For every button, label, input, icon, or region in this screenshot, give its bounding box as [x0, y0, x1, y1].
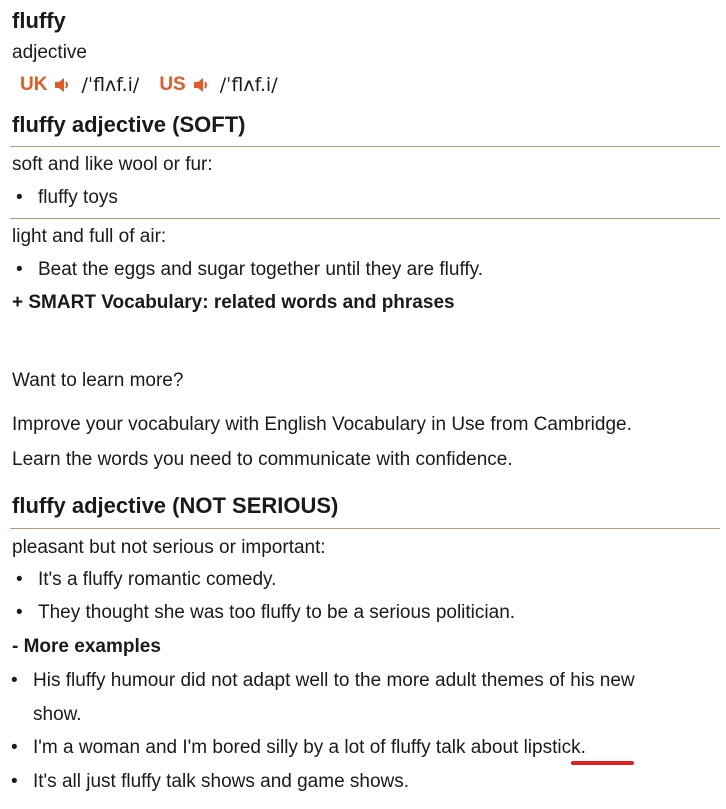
- promo-line: Improve your vocabulary with English Voc…: [12, 414, 632, 435]
- sense-title-soft: fluffy adjective (SOFT): [12, 112, 246, 137]
- uk-ipa: /ˈflʌf.i/: [81, 74, 140, 96]
- example: I'm a woman and I'm bored silly by a lot…: [11, 737, 586, 759]
- sense-title-not-serious: fluffy adjective (NOT SERIOUS): [12, 493, 339, 518]
- divider: [10, 146, 720, 147]
- pronunciation-row: UK /ˈflʌf.i/ US /ˈflʌf.i/: [20, 74, 298, 96]
- uk-label: UK: [20, 74, 48, 95]
- us-ipa: /ˈflʌf.i/: [219, 74, 278, 96]
- example: His fluffy humour did not adapt well to …: [11, 670, 635, 692]
- part-of-speech: adjective: [12, 42, 87, 63]
- definition: soft and like wool or fur:: [12, 154, 213, 175]
- definition: pleasant but not serious or important:: [12, 537, 326, 558]
- example: They thought she was too fluffy to be a …: [16, 602, 515, 624]
- promo-line: Learn the words you need to communicate …: [12, 449, 513, 470]
- example: It's a fluffy romantic comedy.: [16, 569, 276, 591]
- example: fluffy toys: [16, 187, 118, 209]
- definition: light and full of air:: [12, 226, 167, 247]
- us-label: US: [159, 74, 186, 95]
- speaker-icon[interactable]: [53, 76, 71, 94]
- example: It's all just fluffy talk shows and game…: [11, 771, 409, 793]
- headword: fluffy: [12, 8, 66, 33]
- dictionary-entry: fluffy adjective UK /ˈflʌf.i/ US /ˈflʌf.…: [0, 0, 726, 809]
- example-continuation: show.: [33, 704, 82, 725]
- more-examples-toggle[interactable]: - More examples: [12, 636, 161, 658]
- annotation-underline: [571, 761, 634, 765]
- speaker-icon[interactable]: [192, 76, 210, 94]
- divider: [10, 528, 720, 529]
- smart-vocabulary-link[interactable]: + SMART Vocabulary: related words and ph…: [12, 292, 455, 314]
- divider: [10, 218, 720, 219]
- example: Beat the eggs and sugar together until t…: [16, 259, 483, 281]
- promo-heading: Want to learn more?: [12, 370, 184, 391]
